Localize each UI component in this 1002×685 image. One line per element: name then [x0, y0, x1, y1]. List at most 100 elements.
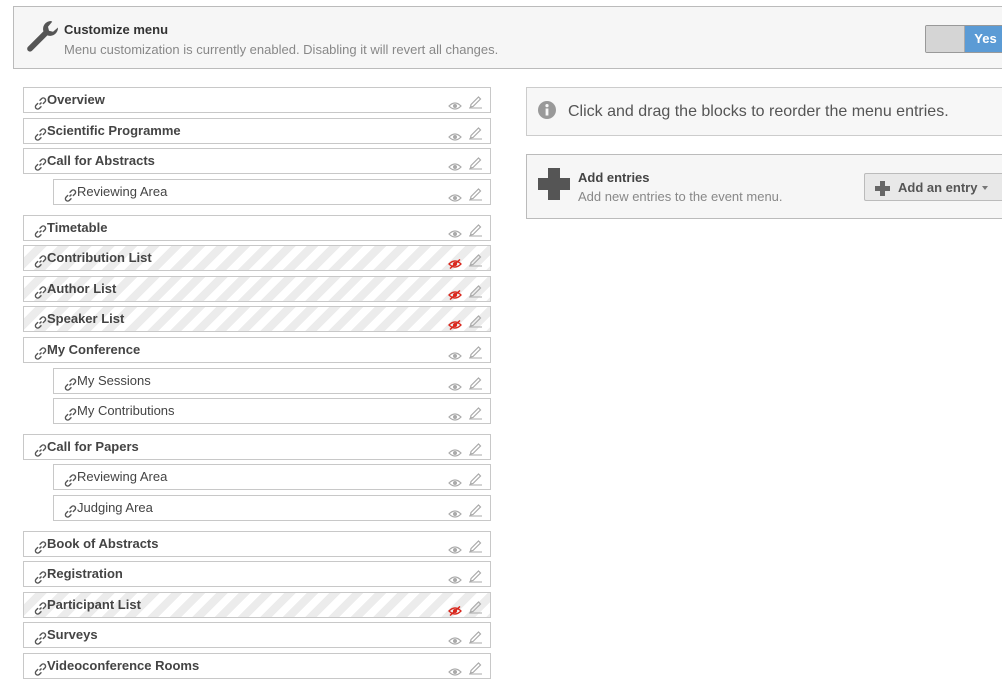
edit-icon[interactable] — [468, 628, 483, 652]
menu-entry[interactable]: Reviewing Area — [53, 464, 491, 490]
menu-entry-label: Contribution List — [47, 250, 152, 265]
eye-icon[interactable] — [448, 472, 462, 496]
eye-slash-icon[interactable] — [448, 284, 462, 308]
link-icon — [34, 441, 47, 465]
plus-icon — [538, 168, 570, 200]
menu-entry-label: Scientific Programme — [47, 123, 181, 138]
menu-entry[interactable]: Timetable — [23, 215, 491, 241]
edit-icon[interactable] — [468, 251, 483, 275]
add-entry-button[interactable]: Add an entry — [864, 173, 1002, 201]
menu-entry[interactable]: My Sessions — [53, 368, 491, 394]
eye-icon[interactable] — [448, 345, 462, 369]
edit-icon[interactable] — [468, 501, 483, 525]
menu-entry-label: Reviewing Area — [77, 469, 168, 484]
menu-entry[interactable]: Call for Abstracts — [23, 148, 491, 174]
eye-icon[interactable] — [448, 126, 462, 150]
eye-icon[interactable] — [448, 95, 462, 119]
eye-slash-icon[interactable] — [448, 600, 462, 624]
edit-icon[interactable] — [468, 343, 483, 367]
menu-entry[interactable]: Videoconference Rooms — [23, 653, 491, 679]
edit-icon[interactable] — [468, 312, 483, 336]
eye-icon[interactable] — [448, 406, 462, 430]
customize-menu-title: Customize menu — [64, 22, 169, 37]
reorder-info-panel: Click and drag the blocks to reorder the… — [526, 87, 1002, 136]
link-icon — [34, 599, 47, 623]
link-icon — [34, 252, 47, 276]
menu-entry-label: Author List — [47, 281, 117, 296]
link-icon — [64, 471, 77, 495]
menu-entry-label: Overview — [47, 92, 105, 107]
edit-icon[interactable] — [468, 374, 483, 398]
menu-entry[interactable]: Surveys — [23, 622, 491, 648]
menu-entry-label: Reviewing Area — [77, 184, 168, 199]
menu-entry[interactable]: Call for Papers — [23, 434, 491, 460]
menu-entry-label: Surveys — [47, 627, 98, 642]
menu-entry-label: Call for Papers — [47, 439, 139, 454]
menu-entry-label: My Sessions — [77, 373, 151, 388]
menu-entry-label: My Conference — [47, 342, 141, 357]
link-icon — [34, 283, 47, 307]
eye-icon[interactable] — [448, 442, 462, 466]
menu-entry[interactable]: Author List — [23, 276, 491, 302]
menu-entry-label: Speaker List — [47, 311, 125, 326]
menu-entry-label: Videoconference Rooms — [47, 658, 200, 673]
menu-entry[interactable]: Registration — [23, 561, 491, 587]
menu-entry[interactable]: Scientific Programme — [23, 118, 491, 144]
link-icon — [34, 629, 47, 653]
reorder-info-text: Click and drag the blocks to reorder the… — [568, 103, 949, 120]
menu-entry-label: Timetable — [47, 220, 108, 235]
link-icon — [34, 660, 47, 684]
link-icon — [34, 538, 47, 562]
link-icon — [34, 344, 47, 368]
toggle-off-side[interactable] — [926, 26, 965, 52]
eye-slash-icon[interactable] — [448, 314, 462, 338]
edit-icon[interactable] — [468, 93, 483, 117]
edit-icon[interactable] — [468, 537, 483, 561]
customize-menu-toggle[interactable]: Yes — [925, 25, 1002, 53]
menu-entry[interactable]: My Conference — [23, 337, 491, 363]
menu-entry-label: Call for Abstracts — [47, 153, 155, 168]
menu-entry[interactable]: Judging Area — [53, 495, 491, 521]
edit-icon[interactable] — [468, 567, 483, 591]
toggle-yes-label[interactable]: Yes — [965, 26, 1002, 52]
add-entry-button-label: Add an entry — [898, 180, 978, 195]
menu-entry[interactable]: My Contributions — [53, 398, 491, 424]
edit-icon[interactable] — [468, 440, 483, 464]
eye-icon[interactable] — [448, 376, 462, 400]
eye-icon[interactable] — [448, 187, 462, 211]
link-icon — [34, 568, 47, 592]
menu-entry[interactable]: Speaker List — [23, 306, 491, 332]
link-icon — [34, 222, 47, 246]
menu-entry[interactable]: Participant List — [23, 592, 491, 618]
eye-icon[interactable] — [448, 661, 462, 685]
eye-slash-icon[interactable] — [448, 253, 462, 277]
eye-icon[interactable] — [448, 156, 462, 180]
edit-icon[interactable] — [468, 404, 483, 428]
link-icon — [64, 375, 77, 399]
edit-icon[interactable] — [468, 598, 483, 622]
eye-icon[interactable] — [448, 539, 462, 563]
edit-icon[interactable] — [468, 659, 483, 683]
link-icon — [64, 502, 77, 526]
menu-entry[interactable]: Contribution List — [23, 245, 491, 271]
edit-icon[interactable] — [468, 282, 483, 306]
link-icon — [64, 405, 77, 429]
eye-icon[interactable] — [448, 223, 462, 247]
edit-icon[interactable] — [468, 470, 483, 494]
wrench-icon — [27, 21, 59, 52]
menu-entry[interactable]: Reviewing Area — [53, 179, 491, 205]
menu-entry-label: Judging Area — [77, 500, 153, 515]
edit-icon[interactable] — [468, 154, 483, 178]
info-icon — [538, 101, 556, 119]
menu-entry[interactable]: Overview — [23, 87, 491, 113]
edit-icon[interactable] — [468, 124, 483, 148]
edit-icon[interactable] — [468, 221, 483, 245]
eye-icon[interactable] — [448, 569, 462, 593]
edit-icon[interactable] — [468, 185, 483, 209]
plus-icon — [875, 181, 890, 196]
eye-icon[interactable] — [448, 630, 462, 654]
menu-entry-label: Book of Abstracts — [47, 536, 159, 551]
eye-icon[interactable] — [448, 503, 462, 527]
link-icon — [34, 94, 47, 118]
menu-entry[interactable]: Book of Abstracts — [23, 531, 491, 557]
